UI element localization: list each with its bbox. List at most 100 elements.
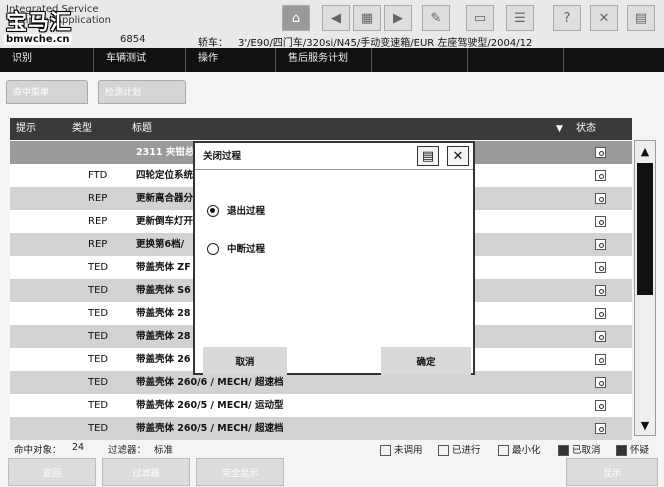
row-type: REP: [88, 216, 108, 227]
legend-minimized: 最小化: [498, 442, 541, 456]
sort-down-icon[interactable]: ▼: [550, 118, 563, 140]
table-row[interactable]: TED 带盖壳体 260/5 / MECH/ 运动型: [10, 394, 632, 417]
radio-exit-process[interactable]: [207, 205, 219, 217]
status-icon[interactable]: [595, 308, 606, 319]
legend-suspect: 怀疑: [616, 442, 649, 456]
row-type: TED: [88, 331, 109, 342]
row-type: TED: [88, 423, 109, 434]
legend-cancelled: 已取消: [558, 442, 601, 456]
legend-box-icon: [380, 445, 391, 456]
radio-abort-process[interactable]: [207, 243, 219, 255]
hits-value: 24: [72, 442, 85, 453]
watermark-logo: 宝马汇: [6, 10, 72, 34]
vehicle-info: 3'/E90/四门车/320si/N45/手动变速箱/EUR 左座驾驶型/200…: [238, 38, 533, 49]
row-title: 带盖壳体 26: [136, 354, 191, 365]
hits-label: 命中对象：: [14, 445, 62, 456]
back-icon[interactable]: ◀: [322, 5, 350, 31]
status-icon[interactable]: [595, 170, 606, 181]
home-icon[interactable]: ⌂: [282, 5, 310, 31]
row-title: 带盖壳体 28: [136, 331, 191, 342]
row-type: TED: [88, 262, 109, 273]
filter-button[interactable]: 过滤器: [102, 458, 190, 486]
menu-empty-3[interactable]: [564, 48, 664, 72]
row-title: 带盖壳体 28: [136, 308, 191, 319]
row-type: REP: [88, 193, 108, 204]
window-icon[interactable]: ▭: [466, 5, 494, 31]
tab-hit-menu[interactable]: 命中菜单: [6, 80, 88, 104]
row-title: 带盖壳体 ZF: [136, 262, 191, 273]
row-title: 更换第6档/: [136, 239, 185, 250]
legend-box-icon: [616, 445, 627, 456]
label-exit-process: 退出过程: [227, 206, 266, 217]
row-type: TED: [88, 308, 109, 319]
show-all-button[interactable]: 完全显示: [196, 458, 284, 486]
print-icon[interactable]: ▤: [417, 146, 439, 166]
row-title: 带盖壳体 S6: [136, 285, 191, 296]
row-title: 带盖壳体 260/5 / MECH/ 运动型: [136, 400, 284, 411]
menu-identify[interactable]: 识别: [0, 48, 94, 72]
table-scrollbar[interactable]: ▲ ▼: [634, 140, 656, 436]
row-type: TED: [88, 285, 109, 296]
row-title: 更新倒车灯开: [136, 216, 194, 227]
row-type: REP: [88, 239, 108, 250]
menu-service-plan[interactable]: 售后服务计划: [276, 48, 372, 72]
col-status[interactable]: 状态: [570, 118, 626, 140]
label-abort-process: 中断过程: [227, 244, 266, 255]
watermark-url: bmwche.cn: [4, 34, 72, 45]
status-icon[interactable]: [595, 216, 606, 227]
row-type: [88, 141, 128, 164]
menu-empty-1[interactable]: [372, 48, 468, 72]
scroll-up-icon[interactable]: ▲: [635, 141, 655, 161]
row-type: FTD: [88, 170, 108, 181]
status-icon[interactable]: [595, 423, 606, 434]
status-icon[interactable]: [595, 262, 606, 273]
vehicle-label: 轿车：: [198, 38, 228, 49]
menu-empty-2[interactable]: [468, 48, 564, 72]
status-icon[interactable]: [595, 147, 606, 158]
status-icon[interactable]: [595, 239, 606, 250]
display-button[interactable]: 显示: [566, 458, 658, 486]
forward-icon[interactable]: ▶: [384, 5, 412, 31]
status-icon[interactable]: [595, 400, 606, 411]
scroll-down-icon[interactable]: ▼: [635, 415, 655, 435]
list-icon[interactable]: ☰: [506, 5, 534, 31]
vehicle-number: 6854: [120, 34, 146, 45]
back-button[interactable]: 返回: [8, 458, 96, 486]
row-type: TED: [88, 400, 109, 411]
menu-vehicle-test[interactable]: 车辆测试: [94, 48, 186, 72]
col-hint[interactable]: 提示: [10, 118, 66, 140]
row-type: TED: [88, 377, 109, 388]
scroll-thumb[interactable]: [637, 163, 653, 295]
filter-label: 过滤器：: [108, 445, 147, 456]
menu-operation[interactable]: 操作: [186, 48, 276, 72]
status-icon[interactable]: [595, 354, 606, 365]
row-type: TED: [88, 354, 109, 365]
table-row[interactable]: TED 带盖壳体 260/5 / MECH/ 超速档: [10, 417, 632, 440]
legend-not-called: 未调用: [380, 442, 423, 456]
legend-box-icon: [438, 445, 449, 456]
col-type[interactable]: 类型: [66, 118, 126, 140]
close-view-icon[interactable]: ▤: [627, 5, 655, 31]
row-title: 四轮定位系统: [136, 170, 194, 181]
row-title: 更新离合器分: [136, 193, 194, 204]
filter-value: 标准: [154, 445, 174, 456]
col-title[interactable]: 标题: [126, 118, 556, 140]
legend-box-icon: [498, 445, 509, 456]
settings-icon[interactable]: ✕: [590, 5, 618, 31]
table-header: 提示 类型 标题 ▼ 状态: [10, 118, 632, 140]
tools-icon[interactable]: ✎: [422, 5, 450, 31]
cancel-button[interactable]: 取消: [203, 347, 287, 375]
status-icon[interactable]: [595, 377, 606, 388]
status-icon[interactable]: [595, 331, 606, 342]
close-icon[interactable]: ✕: [447, 146, 469, 166]
legend-box-icon: [558, 445, 569, 456]
print-view-icon[interactable]: ▦: [353, 5, 381, 31]
row-title: 带盖壳体 260/5 / MECH/ 超速档: [136, 423, 284, 434]
tab-test-plan[interactable]: 检测计划: [98, 80, 186, 104]
menu-bar: 识别 车辆测试 操作 售后服务计划: [0, 48, 664, 72]
status-icon[interactable]: [595, 193, 606, 204]
legend-done: 已进行: [438, 442, 481, 456]
status-icon[interactable]: [595, 285, 606, 296]
ok-button[interactable]: 确定: [381, 347, 471, 375]
help-icon[interactable]: ?: [553, 5, 581, 31]
